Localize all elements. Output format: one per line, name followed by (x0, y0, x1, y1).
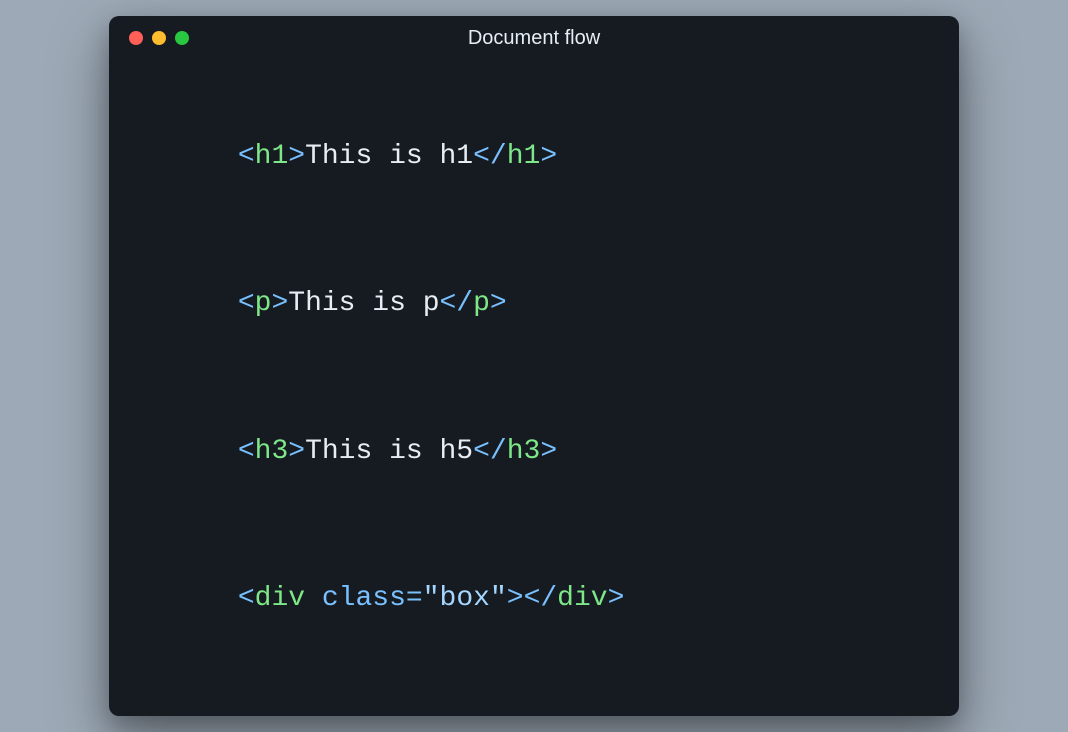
tag-close-punc: </ (440, 288, 474, 319)
tag-open-punc: < (238, 288, 255, 319)
tag-close-punc: </ (473, 141, 507, 172)
tag-name-close: h3 (507, 436, 541, 467)
tag-close-punc-end: > (490, 288, 507, 319)
attr-name: class (322, 583, 406, 614)
string-close-quote: " (490, 583, 507, 614)
tag-name: p (255, 288, 272, 319)
string-open-quote: " (423, 583, 440, 614)
close-icon[interactable] (129, 31, 143, 45)
tag-open-punc: < (238, 436, 255, 467)
tag-open-punc-end: > (507, 583, 524, 614)
tag-text: This is p (288, 288, 439, 319)
equals-punc: = (406, 583, 423, 614)
tag-text: This is h5 (305, 436, 473, 467)
code-window: Document flow <h1>This is h1</h1> <p>Thi… (109, 16, 959, 716)
tag-name-close: p (473, 288, 490, 319)
tag-open-punc: < (238, 583, 255, 614)
code-editor[interactable]: <h1>This is h1</h1> <p>This is p</p> <h3… (109, 60, 959, 716)
traffic-lights (129, 31, 189, 45)
tag-open-punc-end: > (288, 141, 305, 172)
tag-name: h1 (255, 141, 289, 172)
tag-open-punc: < (238, 141, 255, 172)
tag-close-punc-end: > (608, 583, 625, 614)
code-line: <div class="box"></div> (137, 542, 931, 655)
tag-text: This is h1 (305, 141, 473, 172)
tag-open-punc-end: > (271, 288, 288, 319)
code-line: <h1>This is h1</h1> (137, 100, 931, 213)
tag-close-punc: </ (524, 583, 558, 614)
tag-close-punc-end: > (540, 141, 557, 172)
window-title: Document flow (109, 27, 959, 50)
tag-open-punc-end: > (288, 436, 305, 467)
tag-name-close: div (557, 583, 607, 614)
tag-name: div (255, 583, 305, 614)
tag-name: h3 (255, 436, 289, 467)
tag-name-close: h1 (507, 141, 541, 172)
code-line: <h3>This is h5</h3> (137, 395, 931, 508)
maximize-icon[interactable] (175, 31, 189, 45)
attr-value: box (440, 583, 490, 614)
code-line: <p>This is p</p> (137, 248, 931, 361)
window-titlebar: Document flow (109, 16, 959, 60)
minimize-icon[interactable] (152, 31, 166, 45)
tag-close-punc-end: > (540, 436, 557, 467)
tag-close-punc: </ (473, 436, 507, 467)
